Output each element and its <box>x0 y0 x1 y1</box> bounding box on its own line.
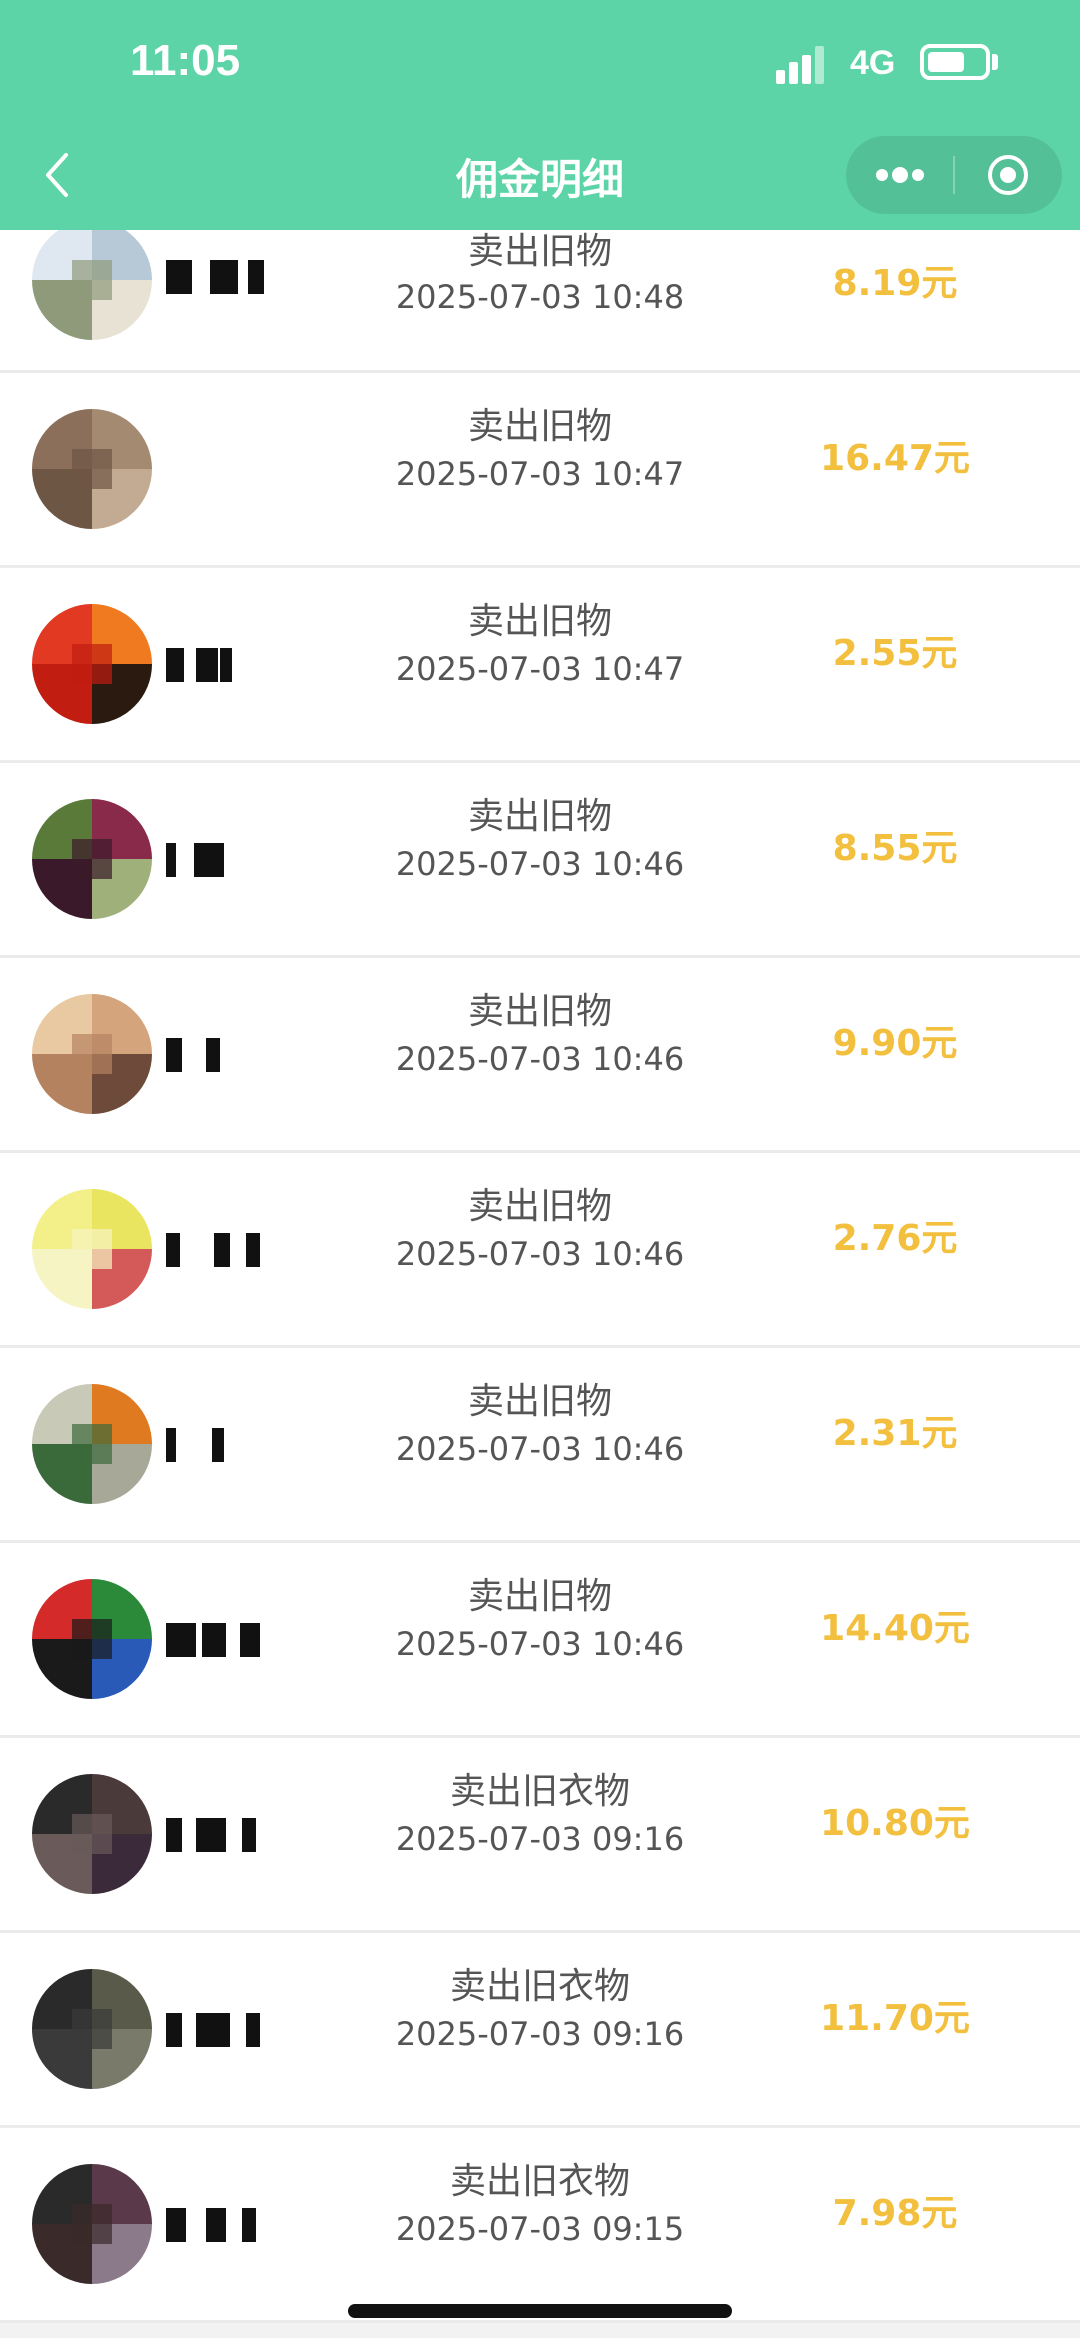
redaction-block <box>206 1038 220 1072</box>
close-button[interactable] <box>954 136 1062 214</box>
record-time: 2025-07-03 10:46 <box>395 845 685 883</box>
record-row[interactable]: 卖出旧物 2025-07-03 10:46 9.90元 <box>0 958 1080 1153</box>
back-button[interactable] <box>32 140 82 210</box>
commission-amount: 10.80元 <box>820 1803 970 1844</box>
signal-icon <box>776 46 836 84</box>
record-title: 卖出旧物 <box>467 406 612 447</box>
redaction-block <box>202 1623 226 1657</box>
record-time: 2025-07-03 09:16 <box>395 2015 685 2053</box>
redaction-block <box>166 1233 180 1267</box>
more-button[interactable] <box>846 136 954 214</box>
commission-amount: 8.19元 <box>832 263 958 304</box>
redaction-block <box>246 2013 260 2047</box>
record-title: 卖出旧物 <box>467 1576 612 1617</box>
record-time: 2025-07-03 09:15 <box>395 2210 685 2248</box>
avatar <box>32 1384 152 1504</box>
record-time: 2025-07-03 10:46 <box>395 1235 685 1273</box>
redaction-block <box>166 1428 176 1462</box>
redaction-block <box>196 648 218 682</box>
avatar <box>32 1579 152 1699</box>
target-close-icon <box>988 155 1028 195</box>
commission-amount: 2.31元 <box>832 1413 958 1454</box>
commission-amount: 2.76元 <box>832 1218 958 1259</box>
battery-level <box>928 52 964 72</box>
redaction-block <box>166 1038 182 1072</box>
battery-icon <box>920 44 990 80</box>
redaction-block <box>196 1818 226 1852</box>
record-title: 卖出旧物 <box>467 601 612 642</box>
more-dots-icon <box>876 167 924 183</box>
network-type: 4G <box>850 44 896 82</box>
redaction-block <box>166 1818 182 1852</box>
record-title: 卖出旧物 <box>467 1186 612 1227</box>
record-time: 2025-07-03 10:47 <box>395 650 685 688</box>
avatar <box>32 799 152 919</box>
record-time: 2025-07-03 09:16 <box>395 1820 685 1858</box>
mini-program-capsule <box>846 136 1062 214</box>
record-row[interactable]: 卖出旧衣物 2025-07-03 09:16 11.70元 <box>0 1933 1080 2128</box>
record-time: 2025-07-03 10:46 <box>395 1430 685 1468</box>
record-title: 卖出旧物 <box>467 991 612 1032</box>
commission-amount: 2.55元 <box>832 633 958 674</box>
redaction-block <box>166 648 184 682</box>
redaction-block <box>240 1623 260 1657</box>
commission-amount: 7.98元 <box>832 2193 958 2234</box>
record-time: 2025-07-03 10:46 <box>395 1040 685 1078</box>
commission-list: 卖出旧物 2025-07-03 10:48 8.19元卖出旧物 2025-07-03 … <box>0 220 1080 2323</box>
commission-amount: 14.40元 <box>820 1608 970 1649</box>
redaction-block <box>166 260 192 294</box>
redaction-block <box>166 2013 182 2047</box>
battery-tip <box>992 54 998 70</box>
record-row[interactable]: 卖出旧衣物 2025-07-03 09:16 10.80元 <box>0 1738 1080 1933</box>
record-row[interactable]: 卖出旧物 2025-07-03 10:46 2.76元 <box>0 1153 1080 1348</box>
redaction-block <box>220 648 232 682</box>
commission-amount: 9.90元 <box>832 1023 958 1064</box>
record-row[interactable]: 卖出旧物 2025-07-03 10:48 8.19元 <box>0 220 1080 373</box>
commission-amount: 8.55元 <box>832 828 958 869</box>
record-title: 卖出旧物 <box>467 796 612 837</box>
avatar <box>32 994 152 1114</box>
record-row[interactable]: 卖出旧物 2025-07-03 10:47 16.47元 <box>0 373 1080 568</box>
redaction-block <box>196 2013 230 2047</box>
record-row[interactable]: 卖出旧物 2025-07-03 10:46 8.55元 <box>0 763 1080 958</box>
redaction-block <box>166 1623 196 1657</box>
record-row[interactable]: 卖出旧衣物 2025-07-03 09:15 7.98元 <box>0 2128 1080 2323</box>
redaction-block <box>166 2208 186 2242</box>
commission-amount: 16.47元 <box>820 438 970 479</box>
redaction-block <box>214 1233 230 1267</box>
record-title: 卖出旧衣物 <box>449 2161 630 2202</box>
redaction-block <box>206 2208 226 2242</box>
avatar <box>32 1969 152 2089</box>
home-indicator <box>348 2304 732 2318</box>
avatar <box>32 220 152 340</box>
redaction-block <box>194 843 224 877</box>
record-row[interactable]: 卖出旧物 2025-07-03 10:46 2.31元 <box>0 1348 1080 1543</box>
avatar <box>32 604 152 724</box>
redaction-block <box>246 1233 260 1267</box>
record-time: 2025-07-03 10:48 <box>395 278 685 316</box>
redaction-block <box>210 260 238 294</box>
redaction-block <box>248 260 264 294</box>
commission-amount: 11.70元 <box>820 1998 970 2039</box>
avatar <box>32 1774 152 1894</box>
status-time: 11:05 <box>130 36 241 85</box>
record-row[interactable]: 卖出旧物 2025-07-03 10:46 14.40元 <box>0 1543 1080 1738</box>
avatar <box>32 2164 152 2284</box>
record-title: 卖出旧物 <box>467 1381 612 1422</box>
top-bar: 11:05 4G 佣金明细 <box>0 0 1080 230</box>
redaction-block <box>212 1428 224 1462</box>
record-time: 2025-07-03 10:47 <box>395 455 685 493</box>
avatar <box>32 409 152 529</box>
redaction-block <box>166 843 176 877</box>
redaction-block <box>242 2208 256 2242</box>
record-time: 2025-07-03 10:46 <box>395 1625 685 1663</box>
redaction-block <box>242 1818 256 1852</box>
chevron-left-icon <box>46 153 68 197</box>
record-row[interactable]: 卖出旧物 2025-07-03 10:47 2.55元 <box>0 568 1080 763</box>
avatar <box>32 1189 152 1309</box>
record-title: 卖出旧衣物 <box>449 1771 630 1812</box>
record-title: 卖出旧衣物 <box>449 1966 630 2007</box>
